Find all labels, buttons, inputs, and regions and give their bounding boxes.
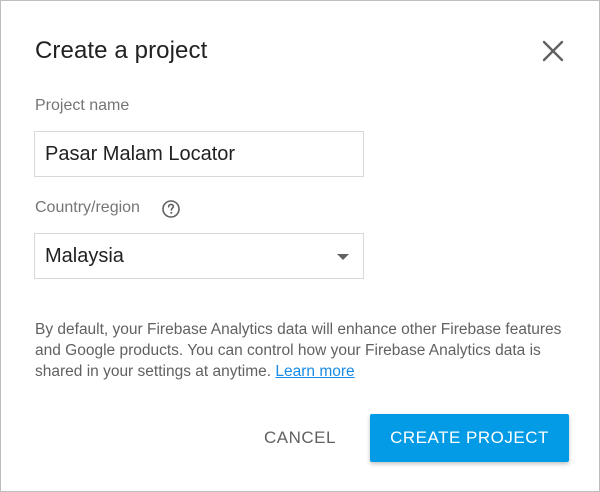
country-selected-value: Malaysia xyxy=(45,245,124,267)
create-project-button[interactable]: CREATE PROJECT xyxy=(370,414,569,462)
create-project-dialog: Create a project Project name Country/re… xyxy=(0,0,600,492)
project-name-label: Project name xyxy=(35,97,130,114)
analytics-info-text: By default, your Firebase Analytics data… xyxy=(35,319,575,382)
help-circle-icon[interactable] xyxy=(161,199,181,219)
country-region-label: Country/region xyxy=(35,199,140,216)
project-name-input[interactable] xyxy=(34,131,364,177)
cancel-button[interactable]: CANCEL xyxy=(245,415,355,461)
close-button[interactable] xyxy=(537,35,569,67)
country-select[interactable]: Malaysia xyxy=(34,233,364,279)
learn-more-link[interactable]: Learn more xyxy=(275,363,354,380)
close-icon xyxy=(542,40,564,62)
dialog-title: Create a project xyxy=(35,37,208,64)
dropdown-arrow-icon xyxy=(337,254,349,260)
